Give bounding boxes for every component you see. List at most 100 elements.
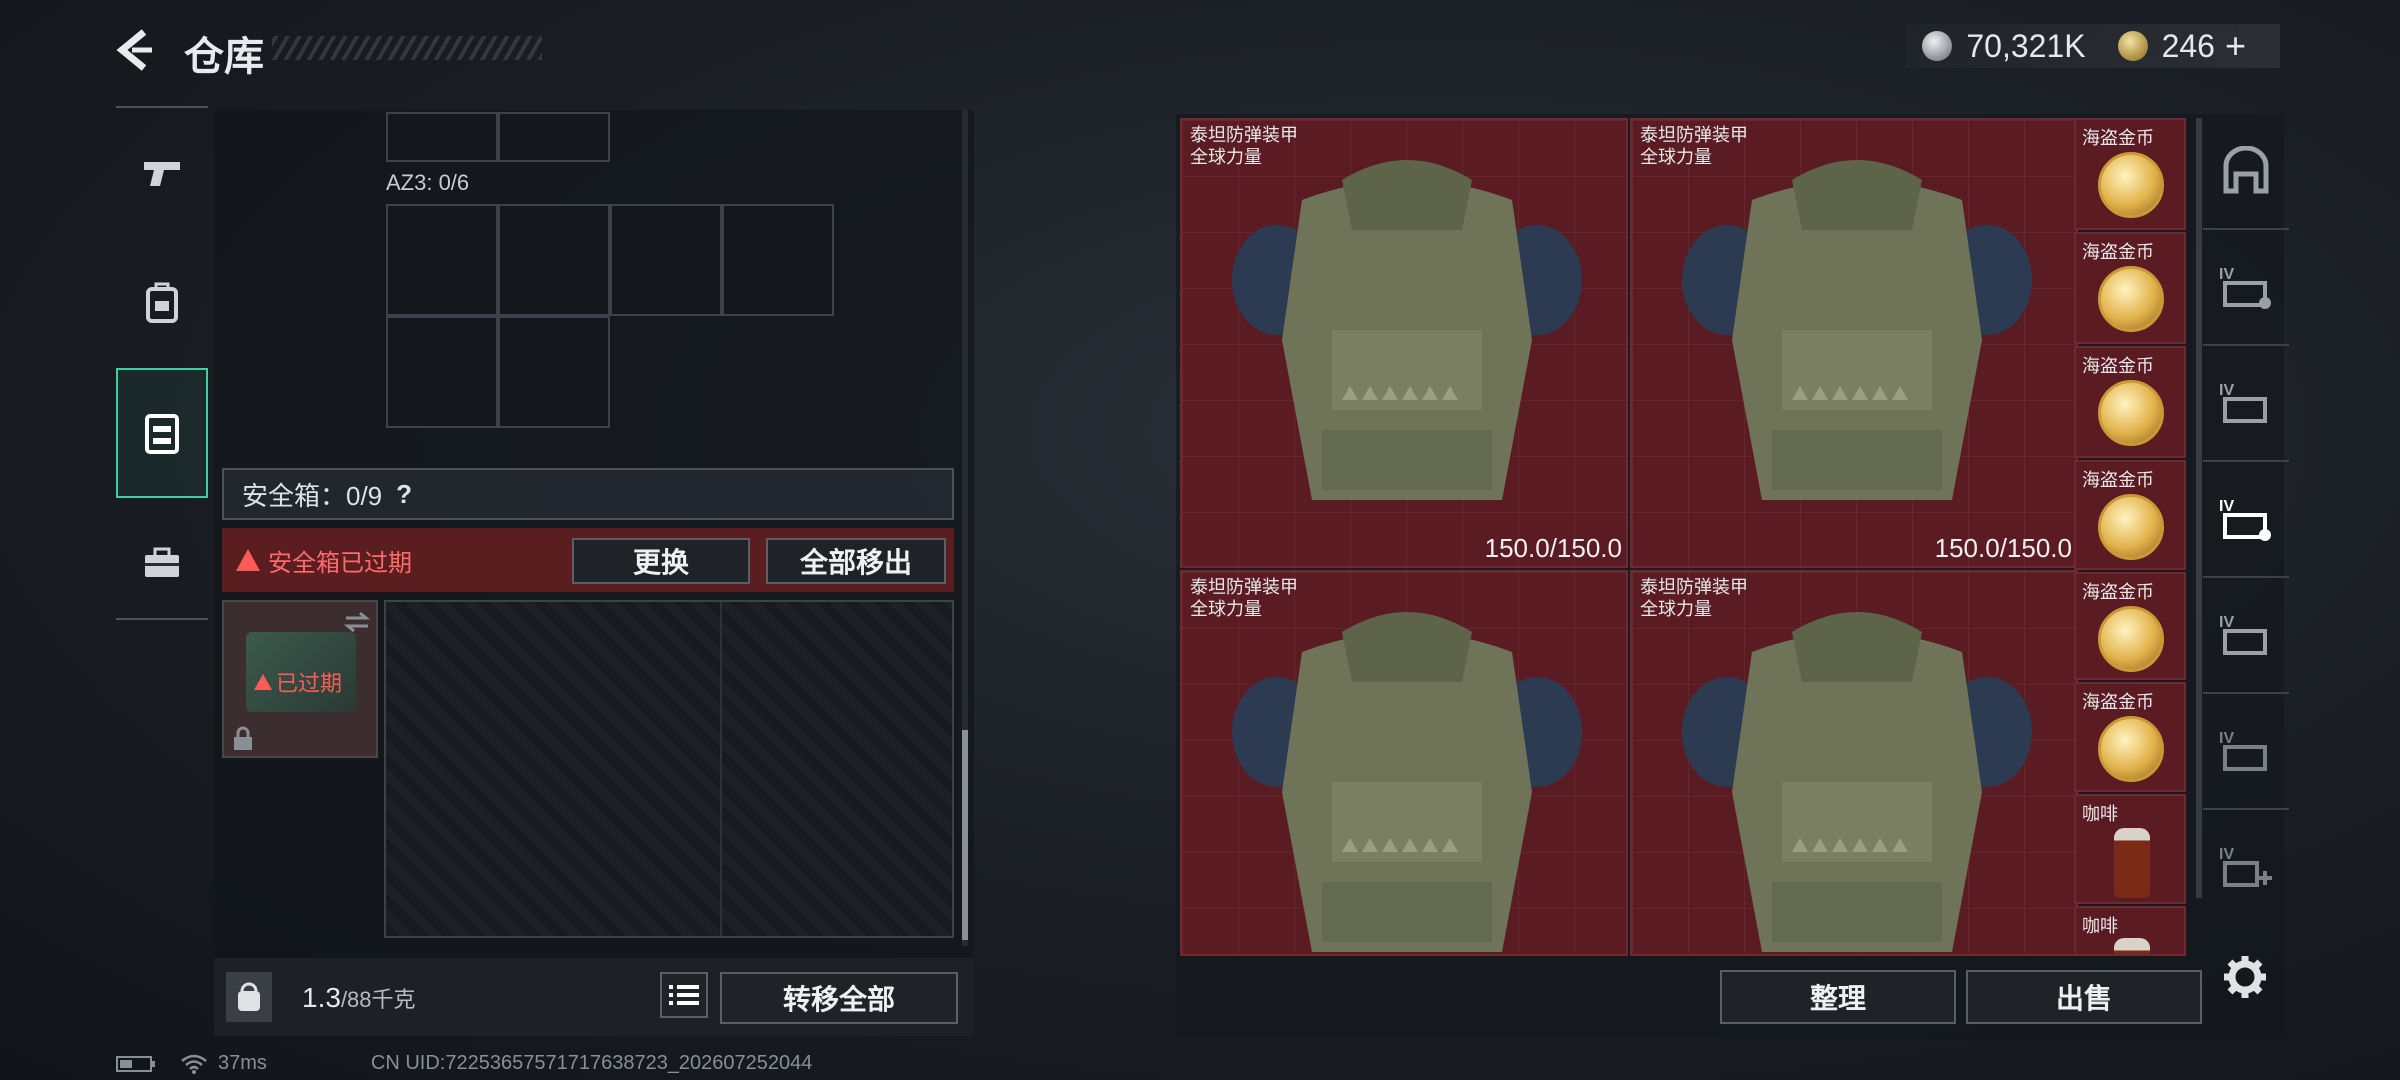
svg-text:IV: IV bbox=[2219, 382, 2234, 399]
category-safe-box[interactable] bbox=[116, 368, 208, 498]
status-bar: 37ms CN UID:72253657571717638723_2026072… bbox=[116, 1052, 812, 1075]
silver-currency-value: 70,321K bbox=[1966, 27, 2086, 64]
title-decoration bbox=[272, 36, 542, 60]
ping-value: 37ms bbox=[218, 1052, 267, 1074]
wifi-icon bbox=[181, 1054, 207, 1074]
list-view-button[interactable] bbox=[660, 972, 708, 1018]
pirate-coin-item[interactable]: 海盗金币 bbox=[2074, 118, 2186, 230]
safe-box-grid[interactable] bbox=[384, 600, 954, 938]
durability: 150.0/150.0 bbox=[1934, 533, 2072, 563]
settings-button[interactable] bbox=[2220, 952, 2270, 1002]
replace-button[interactable]: 更换 bbox=[572, 538, 750, 584]
toolbox-icon bbox=[145, 547, 179, 577]
rail-divider bbox=[116, 618, 208, 620]
armor-vest-image bbox=[1682, 612, 2032, 952]
pirate-coin-icon bbox=[2098, 716, 2164, 782]
item-name: 咖啡 bbox=[2082, 804, 2118, 824]
silver-coin-icon bbox=[1922, 31, 1953, 61]
storage-tab-3-active[interactable]: IV bbox=[2198, 462, 2294, 576]
storage-box-icon: IV bbox=[2219, 266, 2271, 309]
grid-slot[interactable] bbox=[386, 204, 498, 316]
add-storage-icon: IV bbox=[2219, 846, 2272, 887]
durability: 150.0/150.0 bbox=[1484, 533, 1622, 563]
grid-slot[interactable] bbox=[722, 204, 834, 316]
grid-slot[interactable] bbox=[498, 112, 610, 162]
item-name: 海盗金币 bbox=[2082, 582, 2154, 602]
coffee-bottle-icon bbox=[2114, 828, 2150, 898]
storage-tabs: IV IV IV IV IV IV bbox=[2198, 114, 2294, 904]
battery-icon bbox=[116, 1055, 155, 1072]
sell-button[interactable]: 出售 bbox=[1966, 970, 2202, 1024]
svg-text:IV: IV bbox=[2219, 846, 2234, 863]
expired-notice: 安全箱已过期 bbox=[268, 549, 412, 577]
pirate-coin-item[interactable]: 海盗金币 bbox=[2074, 346, 2186, 458]
pirate-coin-item[interactable]: 海盗金币 bbox=[2074, 682, 2186, 792]
uid-text: CN UID:72253657571717638723_202607252044 bbox=[370, 1052, 813, 1074]
armor-item[interactable]: 泰坦防弹装甲 全球力量 bbox=[1180, 570, 1628, 956]
move-all-out-button[interactable]: 全部移出 bbox=[766, 538, 946, 584]
back-button[interactable] bbox=[112, 26, 162, 74]
grid-divider bbox=[720, 602, 722, 936]
storage-tab-5[interactable]: IV bbox=[2198, 694, 2294, 808]
storage-box-icon: IV bbox=[2219, 730, 2267, 771]
sort-button[interactable]: 整理 bbox=[1720, 970, 1956, 1024]
category-backpack[interactable] bbox=[116, 238, 208, 368]
storage-box-icon: IV bbox=[2219, 382, 2267, 423]
warehouse-icon bbox=[2223, 146, 2269, 194]
armor-item[interactable]: 泰坦防弹装甲 全球力量 150.0/150.0 bbox=[1180, 118, 1628, 568]
armor-item[interactable]: 泰坦防弹装甲 全球力量 bbox=[1630, 570, 2078, 956]
grid-slot[interactable] bbox=[498, 204, 610, 316]
storage-tab-2[interactable]: IV bbox=[2198, 346, 2294, 460]
pirate-coin-item[interactable]: 海盗金币 bbox=[2074, 572, 2186, 680]
coffee-item[interactable]: 咖啡 bbox=[2074, 906, 2186, 956]
item-name: 海盗金币 bbox=[2082, 692, 2154, 712]
category-toolbox[interactable] bbox=[116, 498, 208, 628]
pirate-coin-icon bbox=[2098, 494, 2164, 560]
left-scroll-thumb[interactable] bbox=[962, 730, 968, 940]
svg-text:IV: IV bbox=[2219, 498, 2234, 515]
armor-vest-image bbox=[1232, 160, 1582, 500]
safe-box-thumbnail[interactable]: 已过期 bbox=[222, 600, 378, 758]
transfer-all-button[interactable]: 转移全部 bbox=[720, 972, 958, 1024]
grid-slot[interactable] bbox=[386, 316, 498, 428]
storage-tab-1[interactable]: IV bbox=[2198, 230, 2294, 344]
coffee-bottle-icon bbox=[2114, 938, 2150, 954]
pirate-coin-item[interactable]: 海盗金币 bbox=[2074, 232, 2186, 344]
storage-tab-home[interactable] bbox=[2198, 114, 2294, 228]
add-storage-tab[interactable]: IV bbox=[2198, 810, 2294, 924]
expired-tag: 已过期 bbox=[254, 666, 342, 698]
storage-box-icon: IV bbox=[2219, 498, 2271, 541]
grid-slot[interactable] bbox=[386, 112, 498, 162]
safe-box-header: 安全箱：0/9 ? bbox=[222, 468, 954, 520]
pirate-coin-icon bbox=[2098, 606, 2164, 672]
backpack-icon bbox=[146, 282, 178, 323]
gear-icon bbox=[2224, 956, 2266, 998]
storage-tab-4[interactable]: IV bbox=[2198, 578, 2294, 692]
currency-bar: 70,321K 246 + bbox=[1906, 24, 2280, 68]
armor-vest-image bbox=[1232, 612, 1582, 952]
safe-box-icon bbox=[145, 414, 179, 454]
page-title: 仓库 bbox=[184, 35, 264, 79]
storage-box-icon: IV bbox=[2219, 614, 2267, 655]
category-rail bbox=[116, 106, 208, 712]
grid-slot[interactable] bbox=[498, 316, 610, 428]
armor-item[interactable]: 泰坦防弹装甲 全球力量 150.0/150.0 bbox=[1630, 118, 2078, 568]
warning-icon bbox=[254, 674, 272, 690]
weight-icon bbox=[226, 972, 272, 1022]
category-weapon[interactable] bbox=[116, 108, 208, 238]
back-arrow-icon bbox=[116, 29, 152, 71]
kettlebell-icon bbox=[238, 982, 260, 1011]
svg-text:IV: IV bbox=[2219, 614, 2234, 631]
item-name: 海盗金币 bbox=[2082, 470, 2154, 490]
svg-text:IV: IV bbox=[2219, 730, 2234, 747]
list-icon bbox=[669, 985, 699, 1005]
az3-capacity-label: AZ3: 0/6 bbox=[386, 170, 470, 195]
add-currency-button[interactable]: + bbox=[2225, 25, 2246, 67]
swap-icon[interactable] bbox=[342, 610, 372, 634]
pirate-coin-item[interactable]: 海盗金币 bbox=[2074, 460, 2186, 570]
safe-box-label: 安全箱：0/9 bbox=[242, 480, 383, 511]
lock-icon bbox=[234, 726, 252, 750]
help-icon[interactable]: ? bbox=[396, 479, 412, 510]
grid-slot[interactable] bbox=[610, 204, 722, 316]
coffee-item[interactable]: 咖啡 bbox=[2074, 794, 2186, 904]
